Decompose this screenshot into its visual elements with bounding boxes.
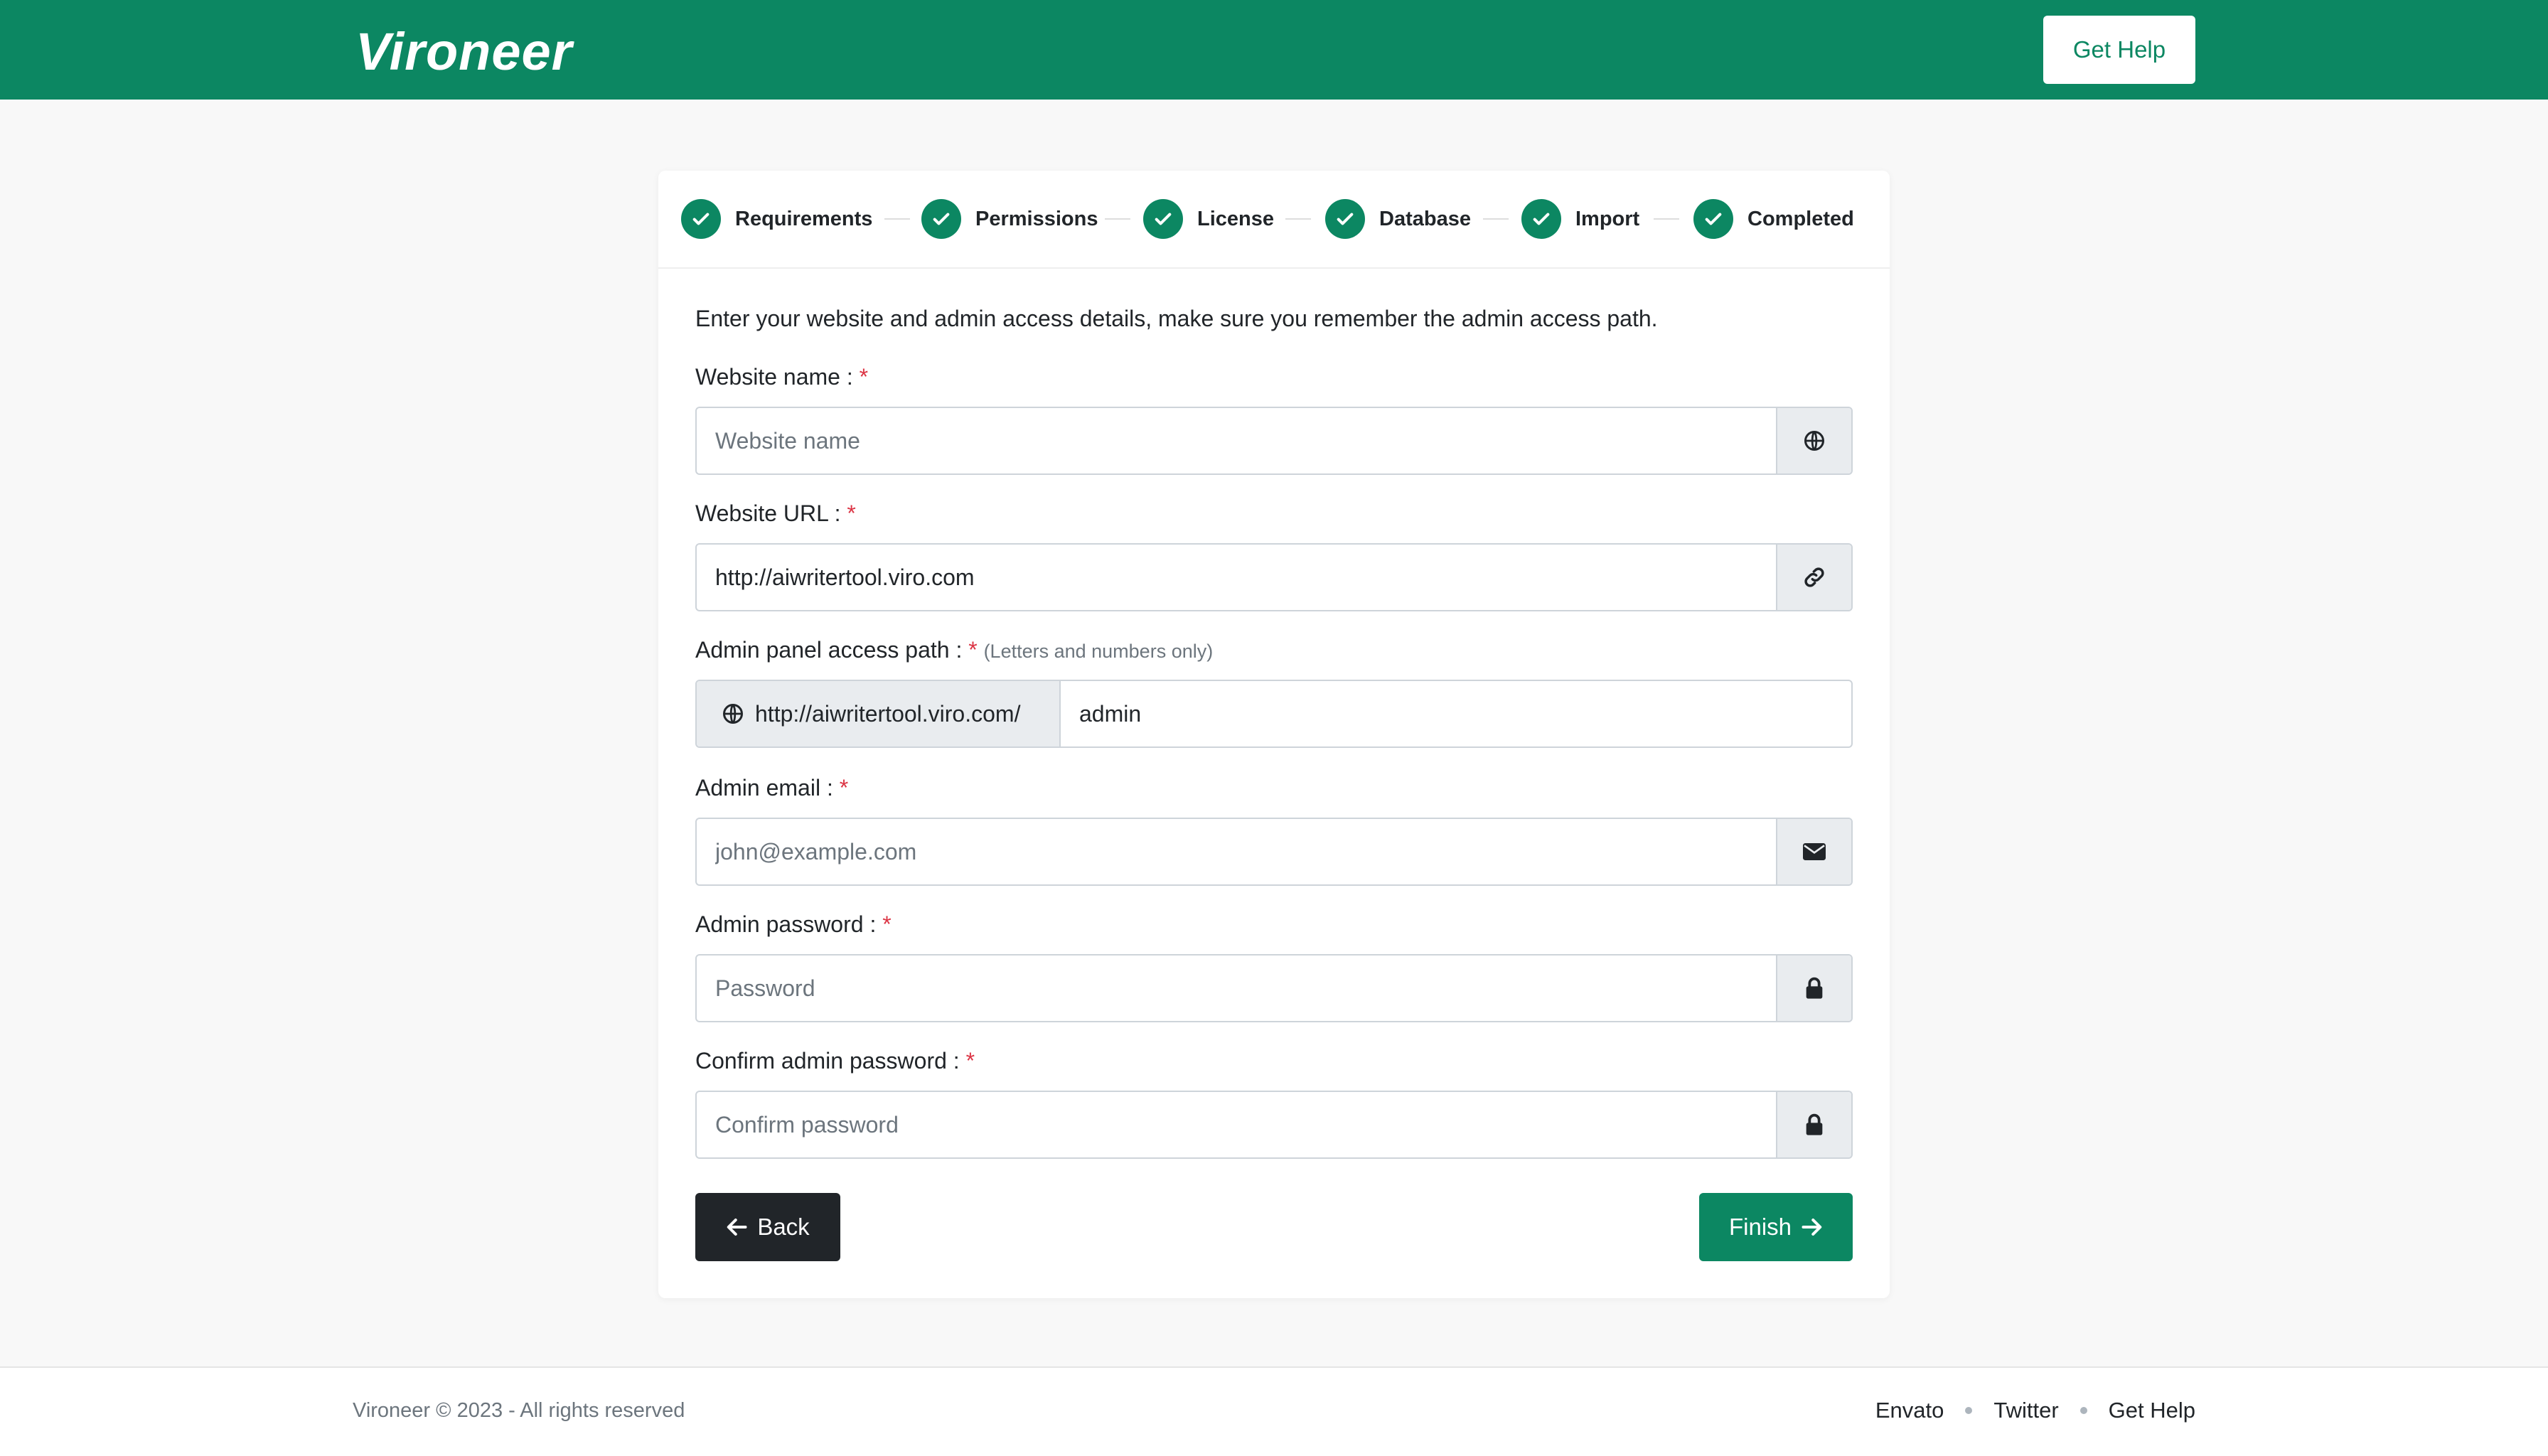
website-name-label: Website name : * xyxy=(695,364,869,390)
back-button[interactable]: Back xyxy=(695,1193,840,1261)
footer-link-envato[interactable]: Envato xyxy=(1875,1398,1944,1423)
admin-path-prefix-text: http://aiwritertool.viro.com/ xyxy=(755,700,1021,727)
step-license: License xyxy=(1143,199,1274,239)
confirm-password-input[interactable] xyxy=(697,1092,1776,1157)
step-separator xyxy=(1654,218,1679,220)
admin-path-label: Admin panel access path : * (Letters and… xyxy=(695,637,1214,663)
step-separator xyxy=(884,218,910,220)
confirm-password-group xyxy=(695,1091,1853,1159)
get-help-button[interactable]: Get Help xyxy=(2043,16,2195,84)
step-completed: Completed xyxy=(1693,199,1854,239)
required-mark: * xyxy=(965,1048,975,1074)
footer: Vironeer © 2023 - All rights reserved En… xyxy=(0,1366,2548,1456)
website-name-input[interactable] xyxy=(697,408,1776,473)
back-button-label: Back xyxy=(757,1214,810,1240)
admin-password-label: Admin password : * xyxy=(695,911,892,937)
website-url-group xyxy=(695,543,1853,611)
admin-path-input[interactable] xyxy=(1061,681,1851,746)
lock-icon xyxy=(1776,1092,1851,1157)
footer-link-twitter[interactable]: Twitter xyxy=(1993,1398,2058,1423)
separator-dot xyxy=(1965,1407,1973,1414)
check-icon xyxy=(1325,199,1365,239)
admin-email-group xyxy=(695,818,1853,886)
admin-path-prefix: http://aiwritertool.viro.com/ xyxy=(697,681,1061,746)
admin-email-label: Admin email : * xyxy=(695,775,849,801)
admin-password-input[interactable] xyxy=(697,956,1776,1021)
step-separator xyxy=(1105,218,1130,220)
admin-email-input[interactable] xyxy=(697,819,1776,884)
envelope-icon xyxy=(1776,819,1851,884)
step-label: Requirements xyxy=(735,207,873,230)
website-url-input[interactable] xyxy=(697,545,1776,610)
admin-path-hint: (Letters and numbers only) xyxy=(983,641,1214,662)
footer-links: Envato Twitter Get Help xyxy=(1875,1398,2195,1423)
step-separator xyxy=(1285,218,1311,220)
step-label: Completed xyxy=(1747,207,1854,230)
step-requirements: Requirements xyxy=(681,199,872,239)
top-navbar: Vironeer Get Help xyxy=(0,0,2548,100)
footer-link-get-help[interactable]: Get Help xyxy=(2109,1398,2195,1423)
step-label: License xyxy=(1197,207,1274,230)
arrow-left-icon xyxy=(727,1219,747,1236)
arrow-right-icon xyxy=(1802,1219,1822,1236)
link-icon xyxy=(1776,545,1851,610)
required-mark: * xyxy=(839,775,849,801)
logo[interactable]: Vironeer xyxy=(355,21,572,82)
globe-icon xyxy=(1776,408,1851,473)
admin-path-group: http://aiwritertool.viro.com/ xyxy=(695,680,1853,748)
website-name-group xyxy=(695,407,1853,475)
website-url-label: Website URL : * xyxy=(695,500,856,526)
copyright: Vironeer © 2023 - All rights reserved xyxy=(353,1399,685,1422)
step-label: Import xyxy=(1575,207,1640,230)
check-icon xyxy=(1693,199,1733,239)
check-icon xyxy=(681,199,721,239)
step-separator xyxy=(1483,218,1509,220)
check-icon xyxy=(1143,199,1183,239)
confirm-password-label: Confirm admin password : * xyxy=(695,1048,975,1074)
finish-button[interactable]: Finish xyxy=(1699,1193,1853,1261)
step-permissions: Permissions xyxy=(921,199,1098,239)
step-import: Import xyxy=(1521,199,1639,239)
separator-dot xyxy=(2079,1407,2087,1414)
required-mark: * xyxy=(882,911,892,937)
finish-button-label: Finish xyxy=(1728,1214,1792,1240)
required-mark: * xyxy=(847,500,856,526)
check-icon xyxy=(921,199,961,239)
step-label: Database xyxy=(1379,207,1471,230)
required-mark: * xyxy=(859,364,869,390)
steps-progress: Requirements Permissions License Databas… xyxy=(658,171,1890,269)
install-card: Requirements Permissions License Databas… xyxy=(658,171,1890,1298)
step-database: Database xyxy=(1325,199,1471,239)
intro-text: Enter your website and admin access deta… xyxy=(695,306,1658,331)
check-icon xyxy=(1521,199,1561,239)
globe-icon xyxy=(723,704,743,724)
required-mark: * xyxy=(968,637,978,663)
step-label: Permissions xyxy=(975,207,1098,230)
lock-icon xyxy=(1776,956,1851,1021)
admin-password-group xyxy=(695,954,1853,1022)
